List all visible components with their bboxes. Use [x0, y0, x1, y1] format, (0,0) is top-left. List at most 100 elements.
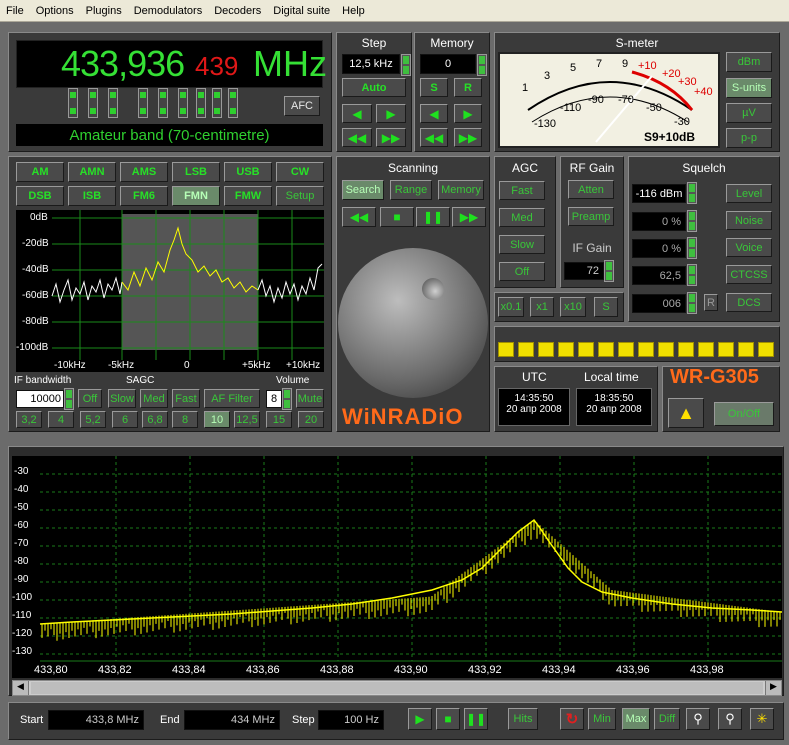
mode-am-button[interactable]: AM	[16, 162, 64, 182]
squelch-voice-spinner[interactable]	[687, 237, 697, 259]
smeter-pp-button[interactable]: p-p	[726, 128, 772, 148]
step-fast-forward-button[interactable]: ▶▶	[376, 128, 406, 147]
zoom-out-button[interactable]: ⚲	[686, 708, 710, 730]
zoom-in-button[interactable]: ⚲	[718, 708, 742, 730]
mode-dsb-button[interactable]: DSB	[16, 186, 64, 206]
scan-pause-button[interactable]: ❚❚	[416, 207, 450, 227]
bw-preset-button[interactable]: 6	[112, 411, 138, 428]
mult-10-button[interactable]: x10	[560, 297, 586, 317]
squelch-noise-button[interactable]: Noise	[726, 211, 772, 230]
memory-fast-forward-button[interactable]: ▶▶	[454, 128, 482, 147]
step-fast-back-button[interactable]: ◀◀	[342, 128, 372, 147]
sagc-fast-button[interactable]: Fast	[172, 389, 200, 408]
mode-fm6-button[interactable]: FM6	[120, 186, 168, 206]
if-bandwidth-input[interactable]: 10000	[16, 390, 64, 408]
preamp-button[interactable]: Preamp	[568, 207, 614, 226]
bw-preset-button[interactable]: 4	[48, 411, 74, 428]
squelch-reset-button[interactable]: R	[704, 294, 718, 311]
scan-range-button[interactable]: Range	[390, 180, 432, 200]
scroll-thumb[interactable]	[31, 682, 763, 694]
collapse-button[interactable]: ▲	[668, 398, 704, 428]
memory-spinner[interactable]	[477, 54, 487, 76]
spectrum-scrollbar[interactable]: ◀ ▶	[12, 680, 782, 696]
agc-slow-button[interactable]: Slow	[499, 235, 545, 254]
squelch-dcs-button[interactable]: DCS	[726, 293, 772, 312]
smeter-dbm-button[interactable]: dBm	[726, 52, 772, 72]
squelch-ctcss-spinner[interactable]	[687, 264, 697, 286]
digit-tuner[interactable]	[228, 88, 238, 118]
step-right-button[interactable]: ▶	[376, 104, 406, 123]
smeter-uv-button[interactable]: µV	[726, 103, 772, 123]
volume-input[interactable]: 8	[266, 390, 282, 408]
squelch-voice-button[interactable]: Voice	[726, 238, 772, 257]
menu-options[interactable]: Options	[30, 5, 80, 17]
digit-tuner[interactable]	[68, 88, 78, 118]
digit-tuner[interactable]	[158, 88, 168, 118]
agc-off-button[interactable]: Off	[499, 262, 545, 281]
sagc-med-button[interactable]: Med	[140, 389, 168, 408]
digit-tuner[interactable]	[88, 88, 98, 118]
mode-amn-button[interactable]: AMN	[68, 162, 116, 182]
if-bandwidth-off-button[interactable]: Off	[78, 389, 102, 408]
bw-preset-button[interactable]: 15	[266, 411, 292, 428]
digit-tuner[interactable]	[212, 88, 222, 118]
mode-lsb-button[interactable]: LSB	[172, 162, 220, 182]
menu-plugins[interactable]: Plugins	[80, 5, 128, 17]
memory-left-button[interactable]: ◀	[420, 104, 448, 123]
sagc-slow-button[interactable]: Slow	[108, 389, 136, 408]
mult-01-button[interactable]: x0.1	[498, 297, 524, 317]
digit-tuner[interactable]	[138, 88, 148, 118]
bw-preset-button[interactable]: 6,8	[142, 411, 168, 428]
agc-med-button[interactable]: Med	[499, 208, 545, 227]
memory-fast-back-button[interactable]: ◀◀	[420, 128, 448, 147]
step-spinner[interactable]	[401, 54, 411, 76]
squelch-noise-spinner[interactable]	[687, 210, 697, 232]
sweep-play-button[interactable]: ▶	[408, 708, 432, 730]
end-freq-input[interactable]: 434 MHz	[184, 710, 280, 730]
mode-cw-button[interactable]: CW	[276, 162, 324, 182]
mult-s-button[interactable]: S	[594, 297, 618, 317]
squelch-dcs-spinner[interactable]	[687, 292, 697, 314]
smeter-sunits-button[interactable]: S-units	[726, 78, 772, 98]
bw-preset-button[interactable]: 5,2	[80, 411, 106, 428]
sweep-step-input[interactable]: 100 Hz	[318, 710, 384, 730]
diff-button[interactable]: Diff	[654, 708, 680, 730]
menu-demodulators[interactable]: Demodulators	[128, 5, 208, 17]
volume-spinner[interactable]	[282, 388, 292, 410]
squelch-ctcss-button[interactable]: CTCSS	[726, 265, 772, 284]
scan-memory-button[interactable]: Memory	[438, 180, 484, 200]
mode-fmn-button[interactable]: FMN	[172, 186, 220, 206]
bw-preset-button[interactable]: 10	[204, 411, 230, 428]
menu-help[interactable]: Help	[336, 5, 371, 17]
digit-tuner[interactable]	[108, 88, 118, 118]
if-bandwidth-spinner[interactable]	[64, 388, 74, 410]
mode-isb-button[interactable]: ISB	[68, 186, 116, 206]
memory-recall-button[interactable]: R	[454, 78, 482, 97]
bw-preset-button[interactable]: 3,2	[16, 411, 42, 428]
bw-preset-button[interactable]: 12,5	[234, 411, 260, 428]
autoscale-button[interactable]: ✳	[750, 708, 774, 730]
scan-forward-button[interactable]: ▶▶	[452, 207, 486, 227]
wide-spectrum[interactable]: -30 -40 -50 -60 -70 -80 -90 -100 -110 -1…	[12, 456, 783, 678]
bw-preset-button[interactable]: 20	[298, 411, 324, 428]
squelch-level-spinner[interactable]	[687, 182, 697, 204]
memory-right-button[interactable]: ▶	[454, 104, 482, 123]
bw-preset-button[interactable]: 8	[172, 411, 198, 428]
max-button[interactable]: Max	[622, 708, 650, 730]
scan-rewind-button[interactable]: ◀◀	[342, 207, 376, 227]
refresh-button[interactable]: ↻	[560, 708, 584, 730]
digit-tuner[interactable]	[178, 88, 188, 118]
mute-button[interactable]: Mute	[296, 389, 324, 408]
mode-setup-button[interactable]: Setup	[276, 186, 324, 206]
frequency-display[interactable]: 433,936 439 MHz	[16, 40, 327, 88]
sweep-stop-button[interactable]: ■	[436, 708, 460, 730]
sweep-pause-button[interactable]: ❚❚	[464, 708, 488, 730]
agc-fast-button[interactable]: Fast	[499, 181, 545, 200]
atten-button[interactable]: Atten	[568, 180, 614, 199]
step-auto-button[interactable]: Auto	[342, 78, 406, 97]
digit-tuner[interactable]	[196, 88, 206, 118]
mode-fmw-button[interactable]: FMW	[224, 186, 272, 206]
scroll-right-icon[interactable]: ▶	[765, 681, 781, 695]
menu-decoders[interactable]: Decoders	[208, 5, 267, 17]
squelch-level-button[interactable]: Level	[726, 184, 772, 203]
